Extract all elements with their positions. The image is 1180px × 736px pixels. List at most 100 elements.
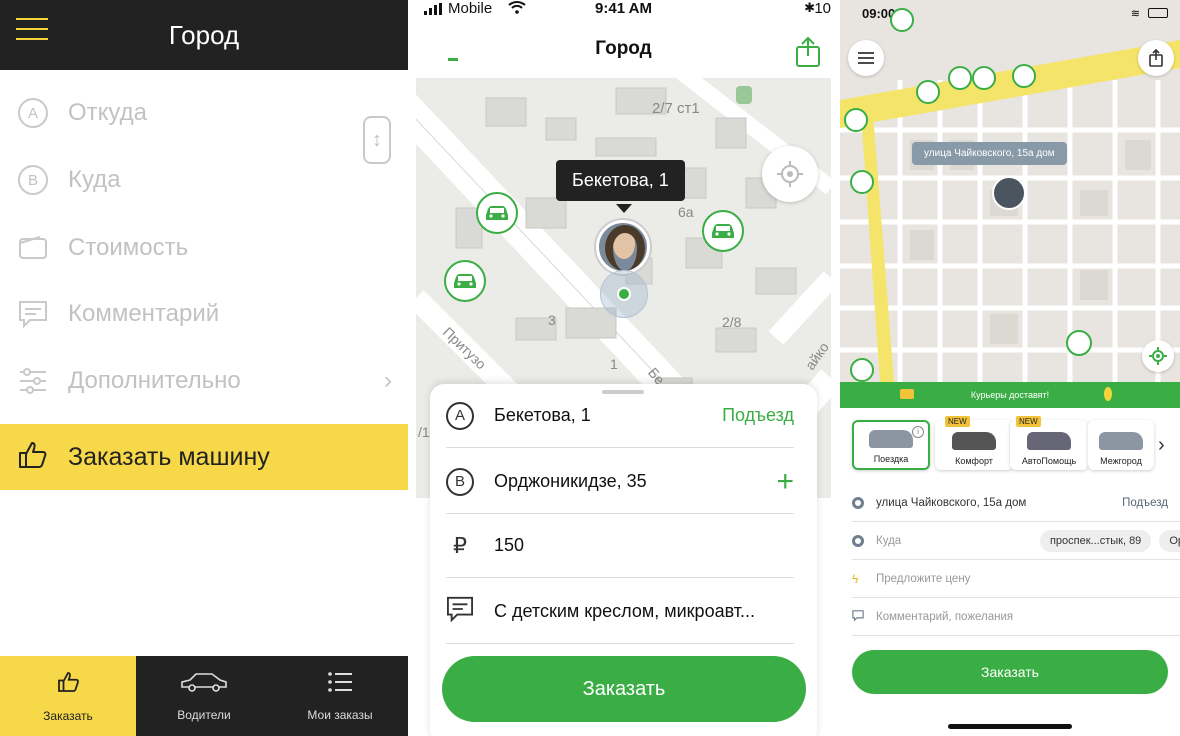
price-value: 150 — [494, 535, 525, 555]
menu-item-extra[interactable]: Дополнительно › — [0, 351, 408, 411]
tariff-comfort[interactable]: NEW Комфорт — [935, 416, 1013, 470]
sliders-icon — [16, 364, 50, 398]
nav-label: Мои заказы — [307, 707, 373, 722]
pin-tooltip: Бекетова, 1 — [556, 160, 685, 201]
locate-me-button[interactable] — [1142, 340, 1174, 372]
car-marker[interactable] — [1012, 64, 1036, 88]
car-marker[interactable] — [850, 358, 874, 382]
comment-value: С детским креслом, микроавт... — [494, 601, 756, 621]
from-value: Бекетова, 1 — [494, 405, 591, 425]
home-indicator — [948, 724, 1072, 729]
comment-icon — [852, 609, 864, 624]
menu-icon[interactable] — [16, 18, 48, 46]
screen-order-form: Mobile 9:41 AM ✱ 10 Город 2/7 ст1 6а 3 1… — [416, 0, 831, 736]
nav-order[interactable]: Заказать — [0, 656, 136, 736]
to-field[interactable]: Куда проспек...стык, 89 Ор — [852, 522, 1180, 560]
car-marker[interactable] — [916, 80, 940, 104]
car-marker[interactable] — [844, 108, 868, 132]
car-icon — [486, 206, 508, 220]
battery: 10 — [814, 0, 831, 17]
car-marker[interactable] — [972, 66, 996, 90]
from-field[interactable]: улица Чайковского, 15а дом Подъезд — [852, 484, 1180, 522]
tariff-label: АвтоПомощь — [1021, 456, 1077, 466]
order-car-label: Заказать машину — [68, 442, 270, 471]
pin-icon — [1104, 387, 1112, 401]
share-icon — [1149, 49, 1163, 67]
comment-field[interactable]: Комментарий, пожелания — [852, 598, 1180, 636]
recent-address-chip[interactable]: проспек...стык, 89 — [1039, 529, 1152, 552]
map-label: 3 — [548, 312, 556, 328]
page-title: Город — [595, 38, 652, 59]
point-b-icon: B — [18, 165, 48, 195]
order-car-button[interactable]: Заказать машину — [0, 424, 408, 490]
map-label: /1 — [418, 424, 430, 440]
comment-icon — [16, 297, 50, 331]
menu-item-label: Комментарий — [68, 300, 220, 327]
crosshair-icon — [777, 161, 803, 187]
info-icon[interactable]: i — [912, 426, 924, 438]
car-marker[interactable] — [890, 8, 914, 32]
menu-item-to[interactable]: B Куда — [0, 150, 408, 210]
entrance-link[interactable]: Подъезд — [722, 405, 794, 426]
header: Город — [0, 0, 408, 70]
entrance-link[interactable]: Подъезд — [1122, 497, 1168, 509]
add-stop-icon[interactable]: + — [776, 466, 794, 497]
from-field[interactable]: A Бекетова, 1 Подъезд — [446, 384, 794, 448]
car-marker[interactable] — [476, 192, 518, 234]
share-icon[interactable] — [795, 36, 821, 73]
thumb-up-icon — [16, 439, 48, 476]
to-field[interactable]: B Орджоникидзе, 35 + — [446, 450, 794, 514]
new-badge: NEW — [1016, 416, 1041, 427]
menu-item-cost[interactable]: Стоимость — [0, 218, 408, 278]
page-title: Город — [168, 19, 240, 50]
swap-addresses-icon[interactable]: ↕ — [363, 116, 391, 164]
order-button[interactable]: Заказать — [442, 656, 806, 722]
car-icon — [869, 430, 913, 448]
battery-icon — [1148, 8, 1168, 18]
chevron-right-icon: › — [384, 367, 392, 394]
poi-icon — [736, 86, 752, 104]
comment-field[interactable]: С детским креслом, микроавт... — [446, 580, 794, 644]
tariff-trip[interactable]: Поездка i — [852, 420, 930, 470]
nav-drivers[interactable]: Водители — [136, 656, 272, 736]
tariff-intercity[interactable]: Межгород — [1088, 420, 1154, 470]
locate-me-button[interactable] — [762, 146, 818, 202]
menu-item-from[interactable]: A Откуда — [0, 83, 408, 143]
user-avatar — [992, 176, 1026, 210]
comment-placeholder: Комментарий, пожелания — [876, 610, 1014, 623]
menu-item-comment[interactable]: Комментарий — [0, 284, 408, 344]
menu-item-label: Куда — [68, 166, 121, 193]
nav-my-orders[interactable]: Мои заказы — [272, 656, 408, 736]
from-value: улица Чайковского, 15а дом — [876, 496, 1027, 509]
car-icon — [952, 432, 996, 450]
tariff-label: Межгород — [1100, 456, 1142, 466]
menu-item-label: Дополнительно — [68, 367, 241, 394]
car-marker[interactable] — [702, 210, 744, 252]
tariff-autohelp[interactable]: NEW АвтоПомощь — [1010, 416, 1088, 470]
point-a-icon: A — [446, 401, 474, 430]
menu-button[interactable] — [848, 40, 884, 76]
screen-order-app2: 09:00 ≋ улица Чайковского, 15а дом Курье… — [840, 0, 1180, 736]
list-icon — [327, 671, 353, 700]
car-marker[interactable] — [948, 66, 972, 90]
share-button[interactable] — [1138, 40, 1174, 76]
pin-tooltip: улица Чайковского, 15а дом — [912, 142, 1067, 165]
courier-banner[interactable]: Курьеры доставят! — [840, 382, 1180, 408]
price-field[interactable]: ϟ Предложите цену — [852, 560, 1180, 598]
courier-marker[interactable] — [1066, 330, 1092, 356]
recent-address-chip[interactable]: Ор — [1159, 529, 1180, 552]
wallet-icon — [16, 231, 50, 265]
car-marker[interactable] — [444, 260, 486, 302]
price-field[interactable]: ₽ 150 — [446, 514, 794, 578]
comment-icon — [446, 596, 474, 627]
map-label: 2/8 — [722, 314, 742, 330]
car-icon — [180, 671, 228, 700]
map[interactable]: 09:00 ≋ улица Чайковского, 15а дом — [840, 0, 1180, 382]
bottom-nav: Заказать Водители Мои заказы — [0, 656, 408, 736]
origin-icon — [852, 496, 864, 509]
car-marker[interactable] — [850, 170, 874, 194]
order-button[interactable]: Заказать — [852, 650, 1168, 694]
chevron-right-icon[interactable]: › — [1158, 434, 1165, 457]
tow-truck-icon — [1027, 432, 1071, 450]
crosshair-icon — [1149, 347, 1167, 365]
